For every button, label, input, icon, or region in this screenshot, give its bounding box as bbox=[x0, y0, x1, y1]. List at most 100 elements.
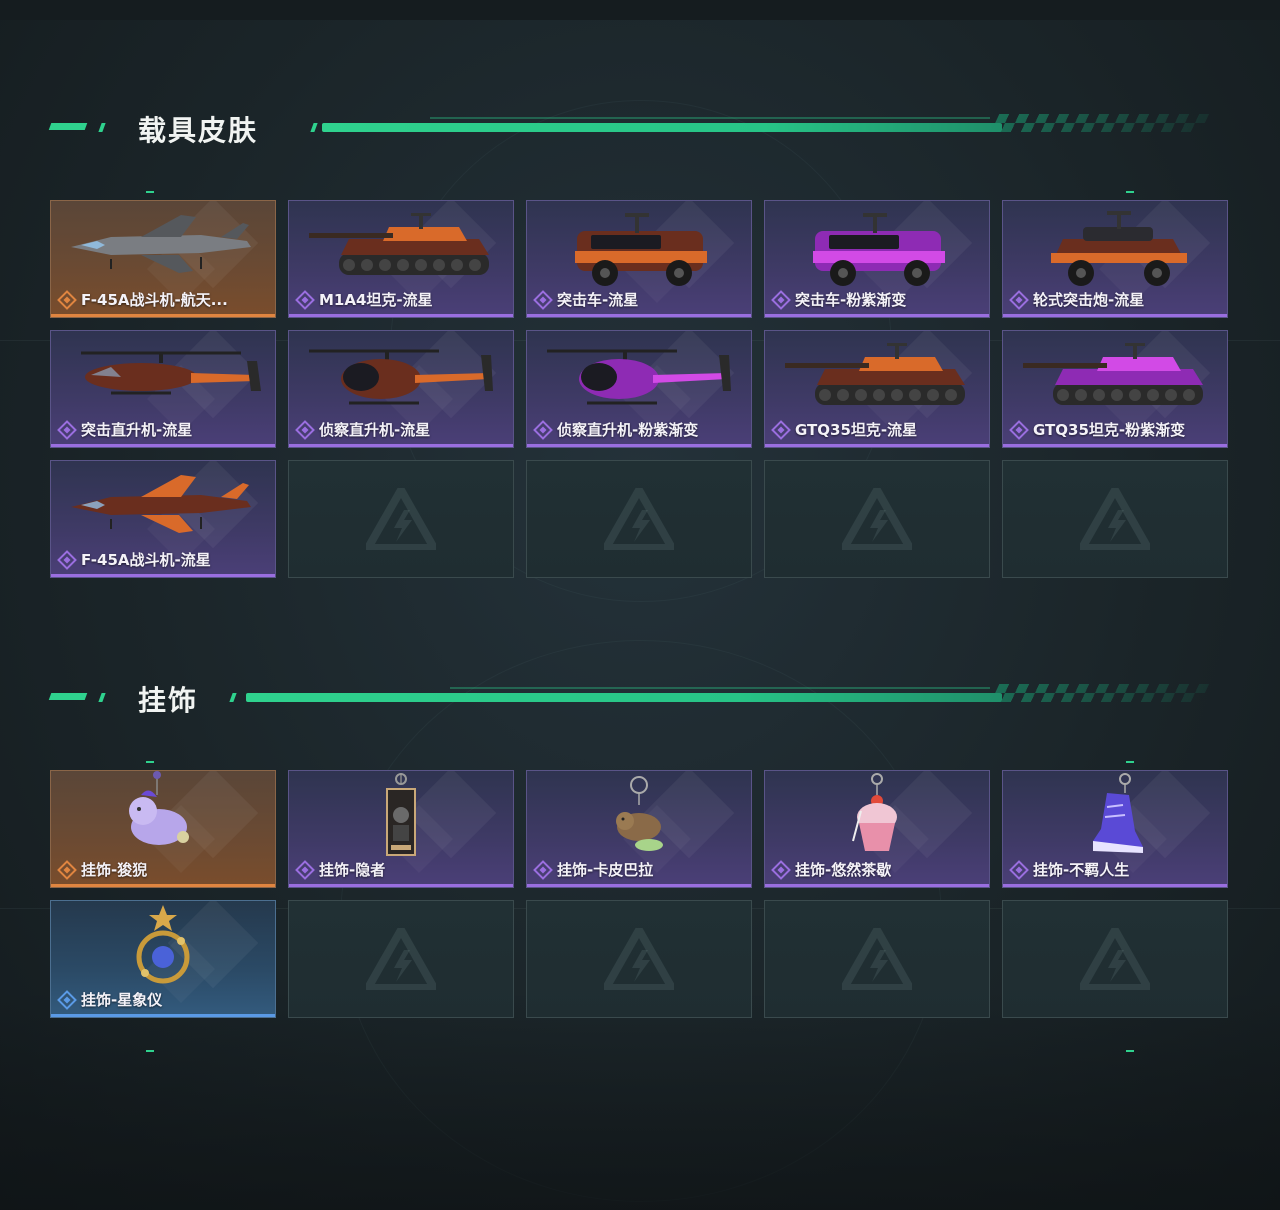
placeholder-logo-icon bbox=[1075, 921, 1155, 992]
item-label: 挂饰-不羁人生 bbox=[1009, 859, 1129, 880]
item-name: 挂饰-狻猊 bbox=[81, 861, 148, 879]
placeholder-logo-icon bbox=[361, 481, 441, 552]
item-label: 突击车-流星 bbox=[533, 289, 638, 310]
cupcake-charm-icon bbox=[765, 771, 989, 863]
item-name: 挂饰-卡皮巴拉 bbox=[557, 861, 654, 879]
rarity-diamond-icon bbox=[1009, 859, 1029, 880]
corner-tick bbox=[146, 1050, 154, 1052]
item-card[interactable]: M1A4坦克-流星 bbox=[288, 200, 514, 318]
item-card[interactable]: 侦察直升机-流星 bbox=[288, 330, 514, 448]
item-name: 挂饰-悠然茶歇 bbox=[795, 861, 892, 879]
placeholder-logo-icon bbox=[599, 921, 679, 992]
item-label: F-45A战斗机-航天... bbox=[57, 289, 228, 310]
tank-icon bbox=[1003, 331, 1227, 423]
section-title: 挂饰 bbox=[138, 684, 199, 717]
item-label: GTQ35坦克-粉紫渐变 bbox=[1009, 419, 1185, 440]
item-card[interactable]: 挂饰-不羁人生 bbox=[1002, 770, 1228, 888]
rarity-underline bbox=[765, 314, 989, 317]
rarity-underline bbox=[51, 444, 275, 447]
rarity-underline bbox=[51, 574, 275, 577]
item-card[interactable]: 侦察直升机-粉紫渐变 bbox=[526, 330, 752, 448]
rarity-underline bbox=[1003, 314, 1227, 317]
item-label: 挂饰-卡皮巴拉 bbox=[533, 859, 653, 880]
header-thin-line bbox=[430, 117, 990, 119]
placeholder-logo-icon bbox=[837, 921, 917, 992]
header-bar-decor bbox=[48, 693, 88, 700]
item-card[interactable]: 挂饰-悠然茶歇 bbox=[764, 770, 990, 888]
assault-vehicle-icon bbox=[765, 201, 989, 293]
jet-fighter-icon bbox=[51, 201, 275, 293]
item-label: 突击直升机-流星 bbox=[57, 419, 192, 440]
rarity-underline bbox=[289, 884, 513, 887]
rarity-diamond-icon bbox=[771, 419, 791, 440]
wheeled-assault-gun-icon bbox=[1003, 201, 1227, 293]
top-strip bbox=[0, 0, 1280, 20]
placeholder-logo-icon bbox=[599, 481, 679, 552]
rarity-underline bbox=[1003, 444, 1227, 447]
rarity-diamond-icon bbox=[533, 289, 553, 310]
item-name: 挂饰-不羁人生 bbox=[1033, 861, 1130, 879]
astrolabe-charm-icon bbox=[51, 901, 275, 993]
item-name: 挂饰-星象仪 bbox=[81, 991, 163, 1009]
placeholder-logo-icon bbox=[1075, 481, 1155, 552]
rarity-diamond-icon bbox=[57, 419, 77, 440]
rarity-diamond-icon bbox=[57, 289, 77, 310]
item-label: 挂饰-悠然茶歇 bbox=[771, 859, 891, 880]
rarity-underline bbox=[289, 444, 513, 447]
scout-helicopter-icon bbox=[289, 331, 513, 423]
rarity-diamond-icon bbox=[295, 419, 315, 440]
header-line bbox=[322, 123, 1002, 132]
item-card[interactable]: 突击车-流星 bbox=[526, 200, 752, 318]
item-card[interactable]: 挂饰-隐者 bbox=[288, 770, 514, 888]
empty-slot bbox=[526, 900, 752, 1018]
empty-slot bbox=[288, 460, 514, 578]
item-card[interactable]: 挂饰-星象仪 bbox=[50, 900, 276, 1018]
item-card[interactable]: 挂饰-卡皮巴拉 bbox=[526, 770, 752, 888]
corner-tick bbox=[146, 761, 154, 763]
rarity-diamond-icon bbox=[771, 289, 791, 310]
header-checker-decor bbox=[990, 684, 1210, 702]
sneaker-charm-icon bbox=[1003, 771, 1227, 863]
item-card[interactable]: F-45A战斗机-航天... bbox=[50, 200, 276, 318]
item-label: 突击车-粉紫渐变 bbox=[771, 289, 906, 310]
rarity-underline bbox=[527, 884, 751, 887]
corner-tick bbox=[146, 191, 154, 193]
rarity-underline bbox=[51, 884, 275, 887]
item-card[interactable]: 突击车-粉紫渐变 bbox=[764, 200, 990, 318]
tank-icon bbox=[289, 201, 513, 293]
placeholder-logo-icon bbox=[837, 481, 917, 552]
tank-icon bbox=[765, 331, 989, 423]
rarity-underline bbox=[289, 314, 513, 317]
section-title: 载具皮肤 bbox=[138, 114, 259, 147]
rarity-underline bbox=[765, 884, 989, 887]
rarity-underline bbox=[51, 1014, 275, 1017]
item-card[interactable]: GTQ35坦克-流星 bbox=[764, 330, 990, 448]
empty-slot bbox=[526, 460, 752, 578]
item-name: M1A4坦克-流星 bbox=[319, 291, 433, 309]
rarity-underline bbox=[527, 314, 751, 317]
item-name: 侦察直升机-流星 bbox=[319, 421, 431, 439]
rarity-diamond-icon bbox=[533, 859, 553, 880]
item-card[interactable]: 轮式突击炮-流星 bbox=[1002, 200, 1228, 318]
item-label: F-45A战斗机-流星 bbox=[57, 549, 211, 570]
section-header-charms: 挂饰 bbox=[48, 678, 1210, 718]
item-card[interactable]: 突击直升机-流星 bbox=[50, 330, 276, 448]
rarity-diamond-icon bbox=[57, 549, 77, 570]
item-name: 挂饰-隐者 bbox=[319, 861, 386, 879]
rarity-diamond-icon bbox=[533, 419, 553, 440]
header-tick-decor bbox=[229, 693, 237, 702]
rarity-underline bbox=[1003, 884, 1227, 887]
background-cityscape bbox=[0, 990, 1280, 1210]
item-card[interactable]: 挂饰-狻猊 bbox=[50, 770, 276, 888]
item-card[interactable]: GTQ35坦克-粉紫渐变 bbox=[1002, 330, 1228, 448]
item-label: 轮式突击炮-流星 bbox=[1009, 289, 1144, 310]
attack-helicopter-icon bbox=[51, 331, 275, 423]
assault-vehicle-icon bbox=[527, 201, 751, 293]
rarity-diamond-icon bbox=[1009, 419, 1029, 440]
rarity-underline bbox=[527, 444, 751, 447]
placeholder-logo-icon bbox=[361, 921, 441, 992]
header-bar-decor bbox=[98, 123, 106, 132]
item-name: 突击车-流星 bbox=[557, 291, 639, 309]
item-name: GTQ35坦克-粉紫渐变 bbox=[1033, 421, 1186, 439]
item-card[interactable]: F-45A战斗机-流星 bbox=[50, 460, 276, 578]
